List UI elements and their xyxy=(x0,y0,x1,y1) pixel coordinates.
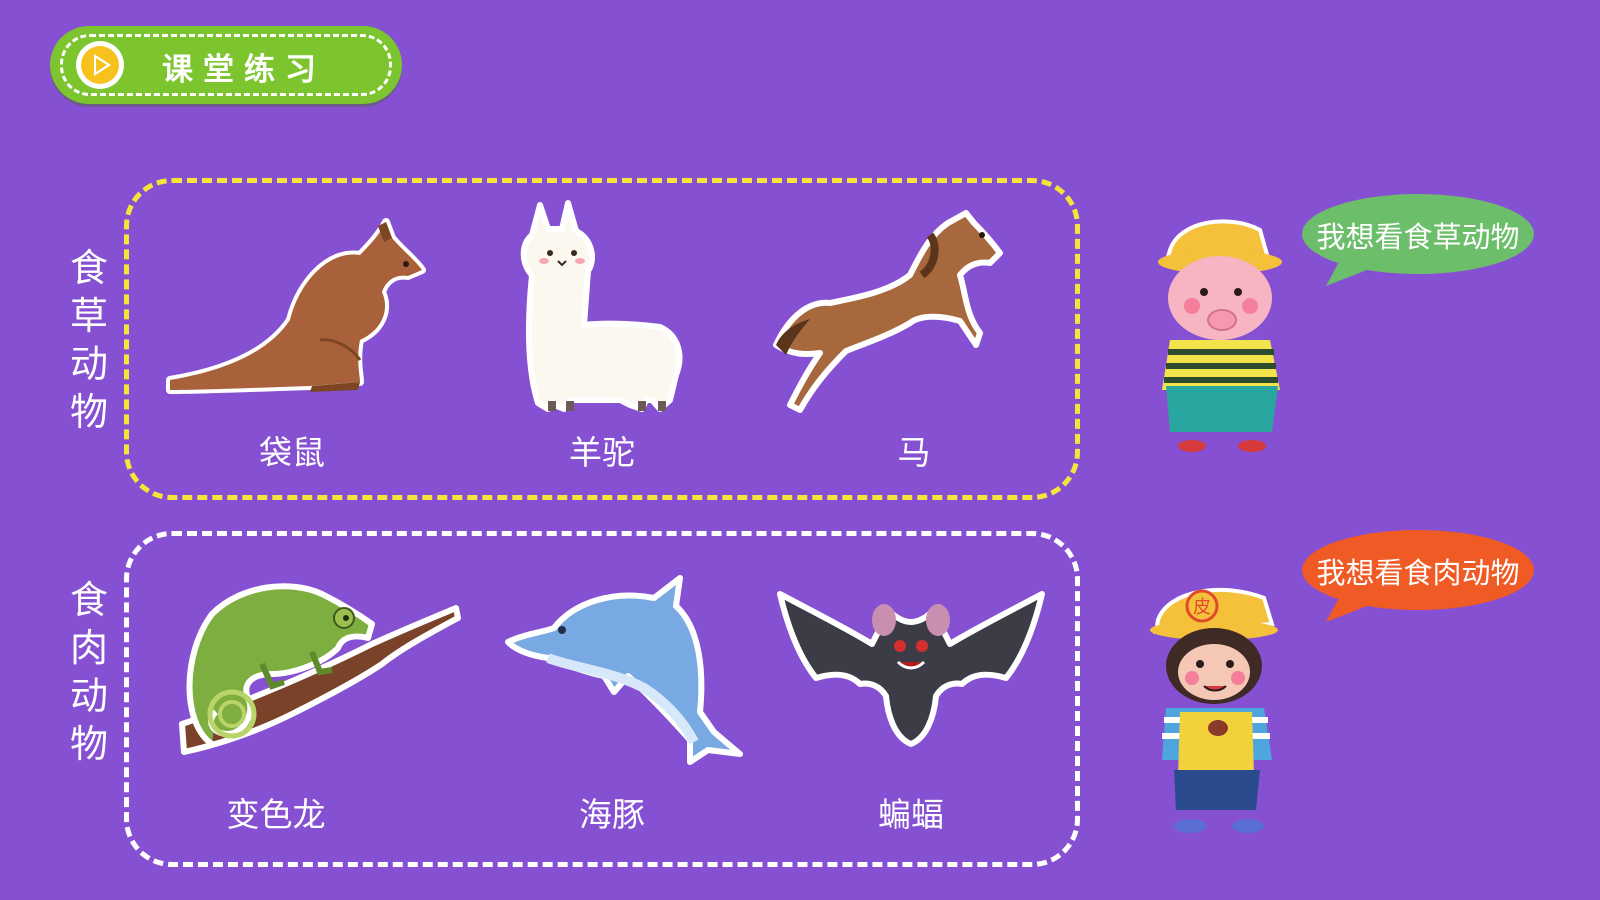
kangaroo-card[interactable] xyxy=(160,210,430,410)
horse-card[interactable] xyxy=(770,205,1010,420)
pig-character-illustration xyxy=(1158,219,1282,452)
herbivore-label-char: 草 xyxy=(69,294,108,338)
monkey-speech-text: 我想看食肉动物 xyxy=(1316,556,1520,590)
bat-card[interactable] xyxy=(776,588,1046,758)
pig-speech-text: 我想看食草动物 xyxy=(1316,220,1520,254)
cap-emblem-text: 皮 xyxy=(1193,597,1211,618)
alpaca-illustration xyxy=(520,200,683,412)
dolphin-illustration xyxy=(505,575,743,765)
animal-name-kangaroo: 袋鼠 xyxy=(259,433,325,472)
animal-name-alpaca: 羊驼 xyxy=(569,433,635,472)
chameleon-card[interactable] xyxy=(172,574,462,764)
monkey-speech-bubble: 我想看食肉动物 xyxy=(1300,528,1540,628)
carnivore-label-char: 肉 xyxy=(69,626,108,670)
dolphin-card[interactable] xyxy=(504,572,744,772)
herbivore-label-char: 食 xyxy=(69,246,108,290)
herbivore-group-label: 食 草 动 物 xyxy=(66,244,112,436)
pig-character xyxy=(1140,210,1305,470)
carnivore-label-char: 食 xyxy=(69,578,108,622)
monkey-character-illustration: 皮 xyxy=(1150,587,1278,833)
carnivore-group-label: 食 肉 动 物 xyxy=(66,576,112,768)
section-title-pill: 课堂练习 xyxy=(50,26,402,104)
animal-name-chameleon: 变色龙 xyxy=(226,795,326,834)
carnivore-label-char: 物 xyxy=(69,722,108,766)
play-icon[interactable] xyxy=(74,39,126,91)
page-title: 课堂练习 xyxy=(162,52,326,88)
carnivore-label-char: 动 xyxy=(69,674,108,718)
animal-name-dolphin: 海豚 xyxy=(579,795,645,834)
animal-name-bat: 蝙蝠 xyxy=(878,795,944,834)
pig-speech-bubble: 我想看食草动物 xyxy=(1300,190,1540,290)
herbivore-label-char: 物 xyxy=(69,390,108,434)
chameleon-illustration xyxy=(179,583,461,755)
animal-name-horse: 马 xyxy=(897,433,931,472)
kangaroo-illustration xyxy=(166,218,426,394)
monkey-character: 皮 xyxy=(1144,580,1324,850)
herbivore-label-char: 动 xyxy=(69,342,108,386)
horse-illustration xyxy=(773,210,1003,413)
alpaca-card[interactable] xyxy=(510,195,690,425)
bat-illustration xyxy=(777,591,1045,747)
